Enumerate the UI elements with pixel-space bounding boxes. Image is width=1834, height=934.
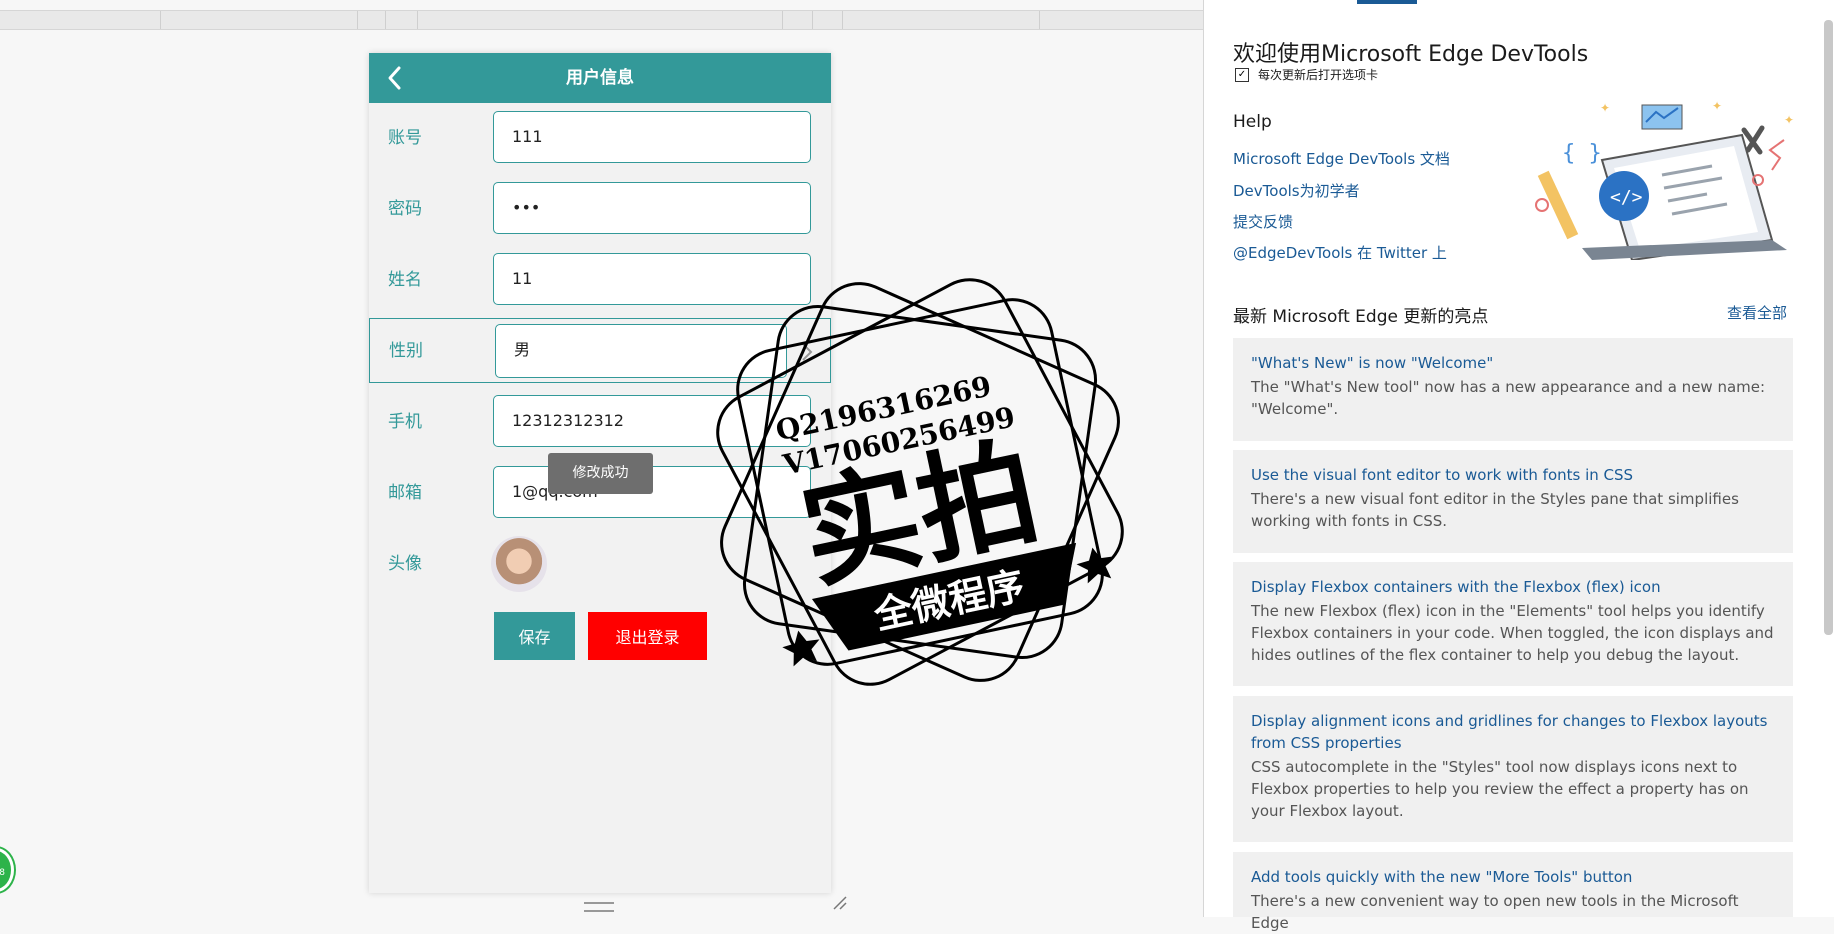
form-row-account: 账号 111 (369, 103, 831, 173)
back-arrow-icon[interactable] (383, 63, 407, 93)
news-card: Display alignment icons and gridlines fo… (1233, 696, 1793, 842)
phone-label: 手机 (388, 412, 422, 432)
svg-text:</>: </> (1610, 187, 1643, 208)
browser-topbar (0, 0, 1203, 30)
help-heading: Help (1233, 112, 1272, 132)
drag-handle[interactable] (584, 902, 614, 912)
news-card-desc: The "What's New tool" now has a new appe… (1251, 378, 1766, 418)
open-after-update-label: 每次更新后打开选项卡 (1258, 68, 1379, 82)
news-card-desc: There's a new visual font editor in the … (1251, 490, 1739, 530)
avatar-label: 头像 (388, 554, 422, 574)
form-row-password: 密码 ••• (369, 174, 831, 244)
news-card-title[interactable]: Use the visual font editor to work with … (1251, 464, 1775, 486)
logout-button[interactable]: 退出登录 (588, 612, 707, 660)
device-ruler (0, 10, 1203, 30)
devtools-tabbar (1204, 0, 1834, 8)
news-card-title[interactable]: "What's New" is now "Welcome" (1251, 352, 1775, 374)
page-header: 用户信息 (369, 53, 831, 103)
link-twitter[interactable]: @EdgeDevTools 在 Twitter 上 (1233, 242, 1447, 263)
news-card-desc: CSS autocomplete in the "Styles" tool no… (1251, 758, 1749, 820)
devtools-illustration: </> { } ✦ ✦ ✦ (1535, 100, 1794, 260)
link-beginners[interactable]: DevTools为初学者 (1233, 180, 1360, 201)
news-card-desc: The new Flexbox (flex) icon in the "Elem… (1251, 602, 1774, 664)
password-input[interactable]: ••• (493, 182, 811, 234)
view-all-link[interactable]: 查看全部 (1727, 302, 1787, 323)
news-card-title[interactable]: Display Flexbox containers with the Flex… (1251, 576, 1775, 598)
name-label: 姓名 (388, 270, 422, 290)
news-card: "What's New" is now "Welcome" The "What'… (1233, 338, 1793, 441)
email-label: 邮箱 (388, 483, 422, 503)
news-card: Display Flexbox containers with the Flex… (1233, 562, 1793, 686)
watermark-stamp: Q2196316269 V17060256499 实拍 全微程序 (716, 278, 1124, 686)
svg-text:✦: ✦ (1600, 101, 1610, 115)
account-label: 账号 (388, 128, 422, 148)
open-after-update-checkbox[interactable]: ✓ (1235, 68, 1249, 82)
link-docs[interactable]: Microsoft Edge DevTools 文档 (1233, 148, 1450, 169)
password-label: 密码 (388, 199, 422, 219)
news-card-desc: There's a new convenient way to open new… (1251, 892, 1739, 932)
floating-badge[interactable]: 48 (0, 848, 14, 892)
svg-text:{ }: { } (1562, 141, 1602, 166)
save-button[interactable]: 保存 (494, 612, 575, 660)
news-card: Use the visual font editor to work with … (1233, 450, 1793, 553)
avatar-image[interactable] (491, 536, 547, 592)
page-title: 用户信息 (566, 68, 634, 88)
news-card-title[interactable]: Display alignment icons and gridlines fo… (1251, 710, 1775, 754)
link-feedback[interactable]: 提交反馈 (1233, 211, 1293, 232)
svg-text:✦: ✦ (1784, 113, 1794, 127)
resize-grip-icon[interactable] (832, 895, 848, 911)
welcome-title: 欢迎使用Microsoft Edge DevTools (1233, 42, 1589, 67)
success-toast: 修改成功 (548, 453, 653, 494)
svg-text:✦: ✦ (1712, 100, 1722, 113)
gender-label: 性别 (389, 341, 423, 361)
devtools-panel: 欢迎使用Microsoft Edge DevTools ✓ 每次更新后打开选项卡… (1203, 0, 1834, 932)
news-card-title[interactable]: Add tools quickly with the new "More Too… (1251, 866, 1775, 888)
highlights-heading: 最新 Microsoft Edge 更新的亮点 (1233, 307, 1489, 327)
account-input[interactable]: 111 (493, 111, 811, 163)
news-card: Add tools quickly with the new "More Too… (1233, 852, 1793, 932)
devtools-scrollbar[interactable] (1824, 20, 1833, 635)
